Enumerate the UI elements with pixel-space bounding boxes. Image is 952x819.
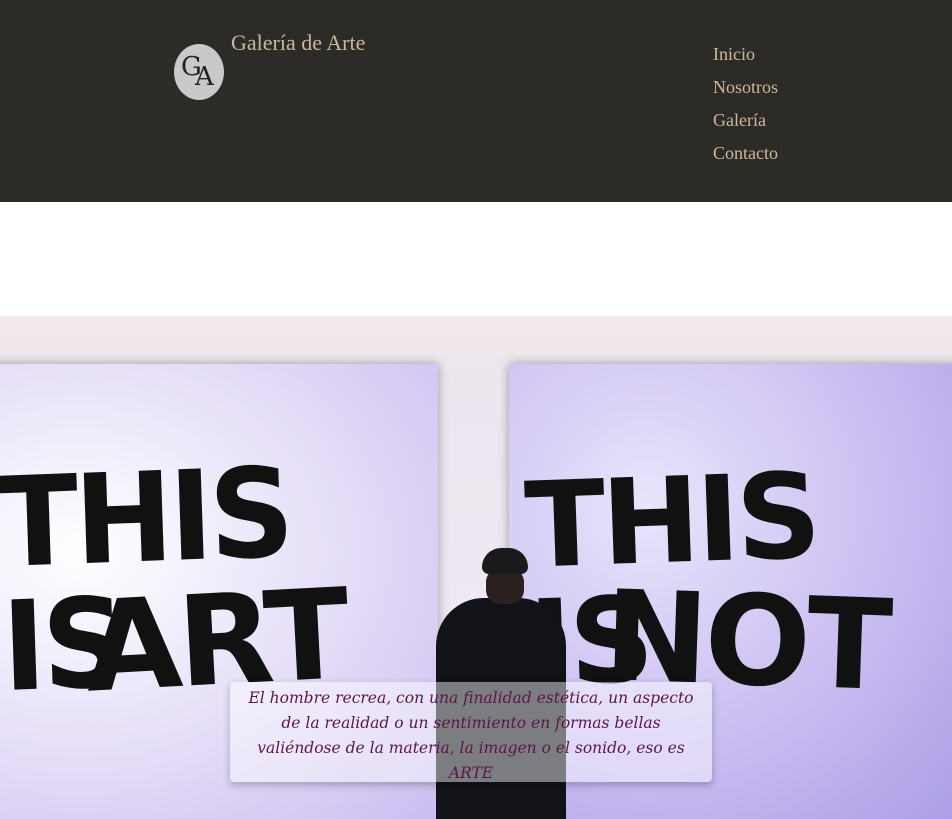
logo[interactable]: G A (174, 44, 224, 100)
nav-link-inicio[interactable]: Inicio (713, 44, 778, 77)
nav-link-nosotros[interactable]: Nosotros (713, 77, 778, 110)
hero-banner: THIS IS ART THIS IS NOT El hombre recrea… (0, 316, 952, 819)
nav-link-contacto[interactable]: Contacto (713, 143, 778, 176)
quote-text: El hombre recrea, con una finalidad esté… (248, 689, 694, 782)
site-title[interactable]: Galería de Arte (231, 30, 365, 56)
quote-box: El hombre recrea, con una finalidad esté… (230, 682, 712, 782)
site-header: G A Galería de Arte Inicio Nosotros Gale… (0, 0, 952, 202)
main-nav: Inicio Nosotros Galería Contacto (713, 44, 778, 176)
logo-letter-a: A (195, 62, 214, 92)
nav-link-galeria[interactable]: Galería (713, 110, 778, 143)
logo-monogram: G A (174, 44, 224, 100)
visitor-cap (482, 548, 528, 574)
